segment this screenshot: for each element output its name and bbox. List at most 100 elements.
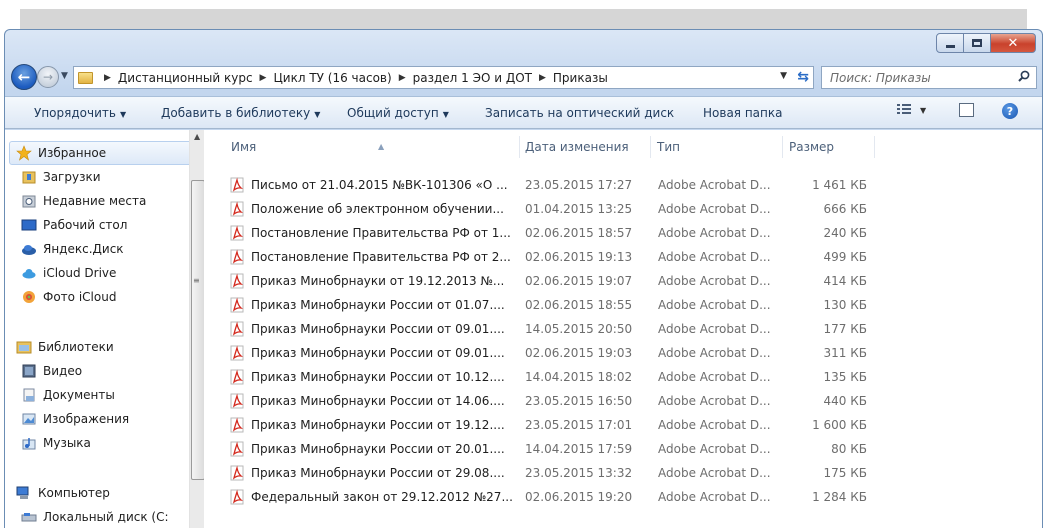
file-row[interactable]: Приказ Минобрнауки России от 09.01.... 02…: [229, 342, 867, 364]
pdf-file-icon: [230, 393, 244, 409]
sidebar-item-pictures[interactable]: Изображения: [21, 409, 129, 429]
sidebar-item-recent-places[interactable]: Недавние места: [21, 191, 146, 211]
file-row[interactable]: Приказ Минобрнауки России от 01.07.... 02…: [229, 294, 867, 316]
breadcrumb-item-cycle[interactable]: Цикл ТУ (16 часов): [273, 71, 391, 85]
column-header-name[interactable]: Имя ▲: [228, 136, 520, 158]
sidebar-item-video[interactable]: Видео: [21, 361, 82, 381]
file-row[interactable]: Приказ Минобрнауки от 19.12.2013 №... 02.…: [229, 270, 867, 292]
refresh-icon[interactable]: ⇆: [797, 69, 809, 85]
column-header-type[interactable]: Тип: [654, 136, 783, 158]
close-button[interactable]: ✕: [991, 33, 1036, 53]
file-name: Федеральный закон от 29.12.2012 №27...: [251, 490, 513, 504]
view-list-icon: [897, 104, 911, 114]
file-row[interactable]: Приказ Минобрнауки России от 29.08.... 23…: [229, 462, 867, 484]
chevron-down-icon: ▼: [442, 110, 449, 119]
file-name: Приказ Минобрнауки России от 09.01....: [251, 346, 505, 360]
breadcrumb-separator-icon[interactable]: ▶: [539, 73, 546, 83]
minimize-button[interactable]: [936, 33, 964, 53]
file-name: Постановление Правительства РФ от 2...: [251, 250, 511, 264]
file-type: Adobe Acrobat D...: [658, 250, 771, 264]
sidebar-scrollbar[interactable]: ▲ ≡: [189, 130, 204, 528]
file-type: Adobe Acrobat D...: [658, 418, 771, 432]
new-folder-button[interactable]: Новая папка: [703, 106, 782, 120]
file-row[interactable]: Приказ Минобрнауки России от 09.01.... 14…: [229, 318, 867, 340]
sort-ascending-icon: ▲: [378, 142, 385, 151]
sidebar-item-label: Локальный диск (C:: [43, 510, 169, 524]
breadcrumb-separator-icon[interactable]: ▶: [104, 73, 111, 83]
organize-button[interactable]: Упорядочить ▼: [34, 106, 126, 120]
help-button[interactable]: ?: [1002, 103, 1018, 119]
share-button[interactable]: Общий доступ ▼: [347, 106, 449, 120]
file-size: 311 КБ: [823, 346, 867, 360]
maximize-button[interactable]: [964, 33, 991, 53]
address-dropdown-icon[interactable]: ▼: [780, 71, 787, 81]
sidebar-item-libraries[interactable]: Библиотеки: [16, 337, 114, 357]
sidebar-item-icloud-photos[interactable]: Фото iCloud: [21, 287, 116, 307]
file-name: Приказ Минобрнауки России от 19.12....: [251, 418, 505, 432]
pdf-file-icon: [230, 177, 244, 193]
breadcrumb-item-course[interactable]: Дистанционный курс: [118, 71, 253, 85]
sidebar-item-downloads[interactable]: Загрузки: [21, 167, 101, 187]
libraries-icon: [16, 339, 32, 355]
file-row[interactable]: Приказ Минобрнауки России от 19.12.... 23…: [229, 414, 867, 436]
history-dropdown-icon[interactable]: ▼: [61, 71, 68, 81]
file-row[interactable]: Постановление Правительства РФ от 2... 02…: [229, 246, 867, 268]
preview-pane-button[interactable]: [959, 103, 974, 117]
scrollbar-thumb[interactable]: [191, 180, 204, 480]
view-options-button[interactable]: ▼: [896, 103, 926, 117]
file-size: 1 284 КБ: [812, 490, 867, 504]
file-row[interactable]: Постановление Правительства РФ от 1... 02…: [229, 222, 867, 244]
add-to-library-button[interactable]: Добавить в библиотеку ▼: [161, 106, 320, 120]
breadcrumb-item-current[interactable]: Приказы: [553, 71, 608, 85]
sidebar-item-icloud-drive[interactable]: iCloud Drive: [21, 263, 116, 283]
add-to-library-label: Добавить в библиотеку: [161, 106, 311, 120]
breadcrumb-item-section[interactable]: раздел 1 ЭО и ДОТ: [413, 71, 532, 85]
file-row[interactable]: Приказ Минобрнауки России от 20.01.... 14…: [229, 438, 867, 460]
sidebar-item-favorites[interactable]: Избранное: [9, 141, 193, 165]
sidebar-item-local-disk[interactable]: Локальный диск (C:: [21, 507, 169, 527]
sidebar-item-desktop[interactable]: Рабочий стол: [21, 215, 127, 235]
sidebar-item-label: Недавние места: [43, 194, 147, 208]
forward-button[interactable]: →: [37, 66, 59, 88]
file-size: 1 461 КБ: [812, 178, 867, 192]
search-input[interactable]: Поиск: Приказы: [821, 66, 1037, 89]
chevron-down-icon: ▼: [920, 105, 927, 115]
file-row[interactable]: Приказ Минобрнауки России от 10.12.... 14…: [229, 366, 867, 388]
file-size: 414 КБ: [823, 274, 867, 288]
file-row[interactable]: Положение об электронном обучении... 01.0…: [229, 198, 867, 220]
file-date: 02.06.2015 19:03: [525, 346, 633, 360]
pdf-file-icon: [230, 369, 244, 385]
column-header-date[interactable]: Дата изменения: [522, 136, 651, 158]
sidebar-item-label: Фото iCloud: [43, 290, 117, 304]
file-name: Постановление Правительства РФ от 1...: [251, 226, 511, 240]
breadcrumb-separator-icon[interactable]: ▶: [260, 73, 267, 83]
hard-drive-icon: [21, 509, 37, 525]
back-button[interactable]: ←: [11, 64, 37, 90]
column-header-size[interactable]: Размер: [786, 136, 875, 158]
window-controls: ✕: [936, 33, 1036, 53]
help-icon: ?: [1002, 103, 1018, 119]
file-size: 1 600 КБ: [812, 418, 867, 432]
maximize-icon: [972, 39, 982, 47]
sidebar-item-documents[interactable]: Документы: [21, 385, 115, 405]
breadcrumb-separator-icon[interactable]: ▶: [399, 73, 406, 83]
forward-arrow-icon: →: [42, 70, 54, 84]
sidebar-item-yandex-disk[interactable]: Яндекс.Диск: [21, 239, 124, 259]
top-strip: [0, 0, 1045, 9]
pdf-file-icon: [230, 489, 244, 505]
sidebar-item-label: iCloud Drive: [43, 266, 117, 280]
sidebar-item-computer[interactable]: Компьютер: [16, 483, 110, 503]
documents-icon: [21, 387, 37, 403]
file-row[interactable]: Федеральный закон от 29.12.2012 №27... 02…: [229, 486, 867, 508]
burn-button[interactable]: Записать на оптический диск: [485, 106, 674, 120]
file-size: 80 КБ: [831, 442, 867, 456]
sidebar-item-music[interactable]: Музыка: [21, 433, 91, 453]
file-row[interactable]: Письмо от 21.04.2015 №ВК-101306 «О ... 23…: [229, 174, 867, 196]
file-date: 02.06.2015 19:20: [525, 490, 633, 504]
file-row[interactable]: Приказ Минобрнауки России от 14.06.... 23…: [229, 390, 867, 412]
pdf-file-icon: [230, 441, 244, 457]
search-icon[interactable]: [1018, 70, 1030, 82]
scroll-up-icon[interactable]: ▲: [194, 132, 200, 141]
address-bar[interactable]: ▶ Дистанционный курс ▶ Цикл ТУ (16 часов…: [73, 66, 814, 89]
file-date: 23.05.2015 17:01: [525, 418, 633, 432]
